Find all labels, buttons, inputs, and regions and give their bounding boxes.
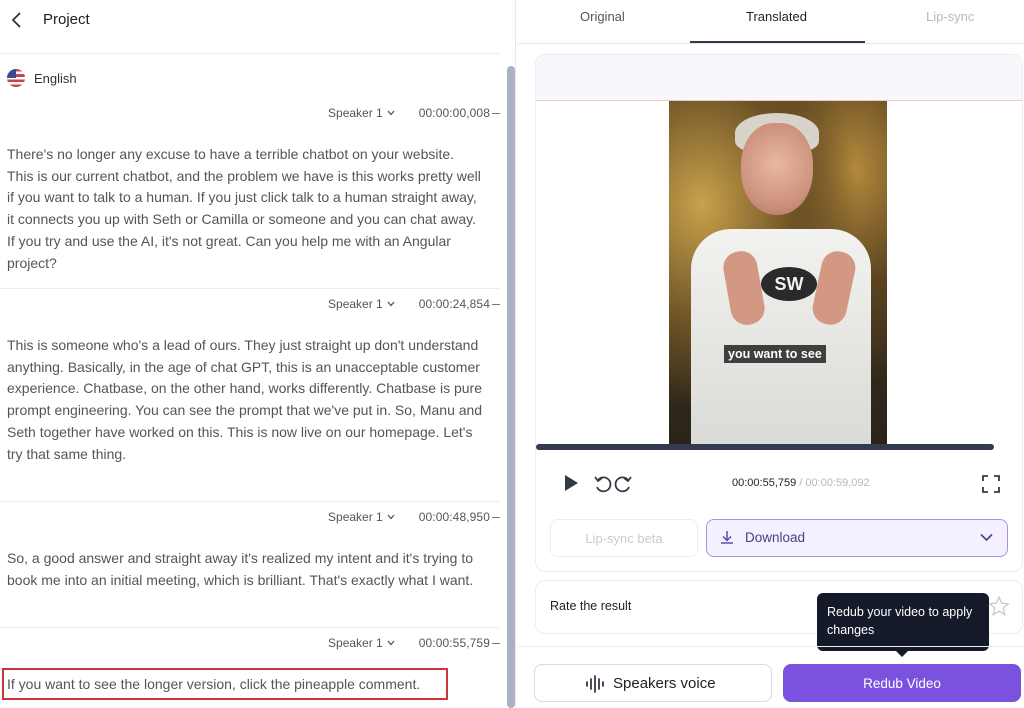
active-tab-indicator xyxy=(690,41,865,43)
chevron-down-icon xyxy=(980,533,993,542)
current-time: 00:00:55,759 xyxy=(732,477,797,489)
segment-meta: Speaker 1 00:00:55,759 xyxy=(328,634,500,652)
divider xyxy=(0,288,500,289)
speaker-label: Speaker 1 xyxy=(328,636,383,650)
video-player: SW you want to see 00:00:55,759 / 00:00:… xyxy=(535,54,1023,572)
divider xyxy=(0,501,500,502)
redub-tooltip: Redub your video to apply changes xyxy=(817,593,989,651)
chevron-down-icon xyxy=(387,640,395,646)
download-icon xyxy=(721,531,733,544)
segment-meta: Speaker 1 00:00:24,854 xyxy=(328,295,500,313)
progress-bar[interactable] xyxy=(536,444,994,450)
tab-original[interactable]: Original xyxy=(580,9,625,24)
video-caption: you want to see xyxy=(724,345,826,363)
segment-timecode: 00:00:55,759 xyxy=(419,636,500,650)
us-flag-icon xyxy=(7,69,25,87)
speaker-label: Speaker 1 xyxy=(328,510,383,524)
page-title: Project xyxy=(43,11,90,28)
segment-list: Speaker 1 00:00:00,008 There's no longer… xyxy=(0,97,500,708)
segment-text[interactable]: This is someone who's a lead of ours. Th… xyxy=(7,335,483,465)
total-time: / 00:00:59,092 xyxy=(799,477,870,489)
download-label: Download xyxy=(745,530,806,545)
divider xyxy=(0,627,500,628)
speakers-voice-label: Speakers voice xyxy=(613,675,716,692)
star-icon[interactable] xyxy=(988,595,1010,617)
back-button[interactable] xyxy=(6,9,28,31)
rate-label: Rate the result xyxy=(550,599,632,613)
language-indicator: English xyxy=(7,69,77,87)
segment-meta: Speaker 1 00:00:48,950 xyxy=(328,508,500,526)
speaker-dropdown[interactable]: Speaker 1 xyxy=(328,106,395,120)
segment-text[interactable]: So, a good answer and straight away it's… xyxy=(7,548,483,591)
tab-lipsync[interactable]: Lip-sync xyxy=(926,9,974,24)
forward-icon[interactable] xyxy=(612,473,634,495)
redub-video-button[interactable]: Redub Video xyxy=(783,664,1021,702)
transcript-panel: Project English Speaker 1 00:00:00,008 T… xyxy=(0,0,516,708)
top-bar: Project xyxy=(0,0,516,42)
chevron-left-icon xyxy=(11,12,21,28)
speaker-dropdown[interactable]: Speaker 1 xyxy=(328,297,395,311)
language-label: English xyxy=(34,70,77,86)
video-frame[interactable]: SW you want to see xyxy=(669,101,887,445)
chevron-down-icon xyxy=(387,110,395,116)
chevron-down-icon xyxy=(387,514,395,520)
download-button[interactable]: Download xyxy=(706,519,1008,557)
divider xyxy=(517,646,1024,647)
divider xyxy=(0,53,500,54)
segment-text[interactable]: There's no longer any excuse to have a t… xyxy=(7,144,483,274)
fullscreen-icon[interactable] xyxy=(980,473,1002,495)
speakers-voice-button[interactable]: Speakers voice xyxy=(534,664,772,702)
waveform-icon xyxy=(586,675,604,693)
play-icon[interactable] xyxy=(560,472,582,494)
video-subject-face xyxy=(741,123,813,215)
segment-timecode: 00:00:24,854 xyxy=(419,297,500,311)
speaker-label: Speaker 1 xyxy=(328,106,383,120)
tab-translated[interactable]: Translated xyxy=(746,9,807,24)
speaker-dropdown[interactable]: Speaker 1 xyxy=(328,636,395,650)
scrollbar[interactable] xyxy=(507,66,515,708)
lipsync-button[interactable]: Lip-sync beta xyxy=(550,519,698,557)
segment-timecode: 00:00:48,950 xyxy=(419,510,500,524)
tooltip-arrow xyxy=(895,650,909,657)
tab-bar: Original Translated Lip-sync xyxy=(517,0,1024,44)
player-header xyxy=(536,55,1022,101)
segment-meta: Speaker 1 00:00:00,008 xyxy=(328,104,500,122)
chevron-down-icon xyxy=(387,301,395,307)
segment-timecode: 00:00:00,008 xyxy=(419,106,500,120)
time-display: 00:00:55,759 / 00:00:59,092 xyxy=(732,477,870,489)
rewind-icon[interactable] xyxy=(592,473,614,495)
shirt-logo: SW xyxy=(761,267,817,301)
speaker-label: Speaker 1 xyxy=(328,297,383,311)
preview-panel: Original Translated Lip-sync SW you want… xyxy=(517,0,1024,708)
segment-text[interactable]: If you want to see the longer version, c… xyxy=(7,674,483,696)
speaker-dropdown[interactable]: Speaker 1 xyxy=(328,510,395,524)
